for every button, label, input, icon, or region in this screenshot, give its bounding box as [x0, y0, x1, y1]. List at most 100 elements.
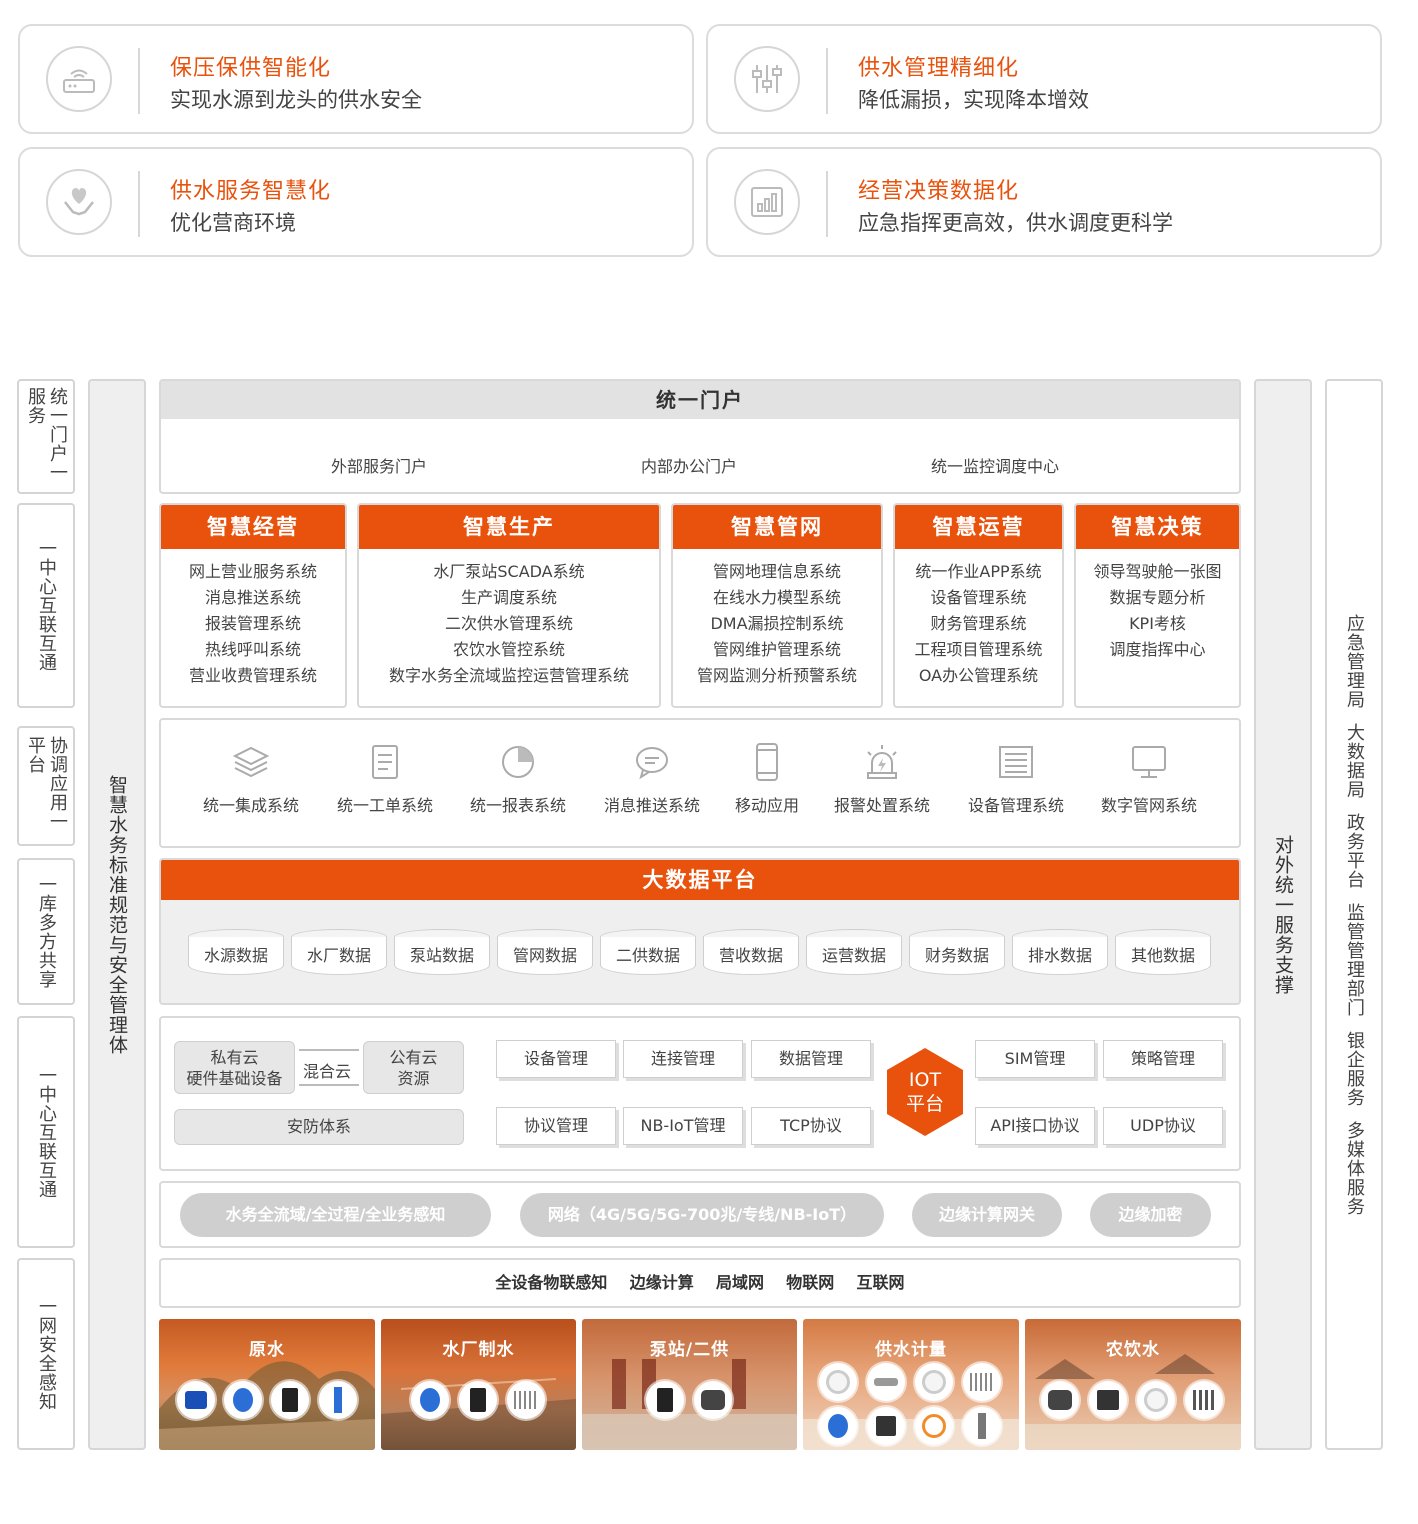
alarm-light-icon — [862, 742, 902, 782]
module-item: 在线水力模型系统 — [712, 588, 841, 607]
left-label-text: 一网安全感知 — [36, 1297, 57, 1411]
scene-label: 泵站/二供 — [649, 1340, 730, 1360]
module-item: OA办公管理系统 — [918, 666, 1039, 685]
data-cylinder: 排水数据 — [1012, 929, 1108, 975]
left-label-text: 一中心互联互通 — [36, 539, 57, 672]
data-cylinder: 水厂数据 — [291, 929, 387, 975]
network-pill: 网络（4G/5G/5G-700兆/专线/NB-IoT） — [520, 1193, 884, 1237]
iot-module: 连接管理 — [623, 1040, 743, 1078]
left-label-platform: 协调应用一平台 — [17, 726, 75, 846]
stakeholders-column: 应急管理局 大数据局 政务平台 监管管理部门 银企服务 多媒体服务 — [1325, 379, 1383, 1450]
iot-hub-label: IOT 平台 — [885, 1068, 965, 1116]
iot-module: 数据管理 — [751, 1040, 871, 1078]
sensor-icon — [963, 1407, 1001, 1445]
network-pill: 水务全流域/全过程/全业务感知 — [180, 1193, 491, 1237]
pump-icon — [177, 1381, 215, 1419]
module-item: 报装管理系统 — [204, 614, 301, 633]
data-cylinder-label: 排水数据 — [1012, 937, 1108, 975]
iot-module: 策略管理 — [1103, 1040, 1223, 1078]
feature-card-1: 保压保供智能化 实现水源到龙头的供水安全 — [18, 24, 694, 134]
data-cylinder: 运营数据 — [806, 929, 902, 975]
arrow-left-icon — [299, 1084, 359, 1086]
scene-water-plant: 水厂制水 — [381, 1319, 576, 1450]
module-item: 消息推送系统 — [204, 588, 301, 607]
module-item: DMA漏损控制系统 — [710, 614, 844, 633]
app-label: 数字管网系统 — [1100, 796, 1197, 815]
chat-bubble-icon — [632, 742, 672, 782]
app-item: 统一集成系统 — [191, 742, 311, 816]
public-cloud-box: 公有云 资源 — [363, 1041, 464, 1094]
stakeholder-label: 银企服务 — [1344, 1030, 1365, 1107]
scene-label: 供水计量 — [875, 1340, 947, 1360]
app-item: 报警处置系统 — [822, 742, 942, 816]
scene-pump-station: 泵站/二供 — [582, 1319, 797, 1450]
scene-label: 农饮水 — [1106, 1340, 1160, 1360]
module-item: 统一作业APP系统 — [915, 562, 1042, 581]
flow-meter-icon — [819, 1407, 857, 1445]
module-item: 财务管理系统 — [930, 614, 1027, 633]
left-label-center: 一中心互联互通 — [17, 503, 75, 708]
data-cylinder: 管网数据 — [497, 929, 593, 975]
app-label: 统一报表系统 — [469, 796, 566, 815]
data-cylinder: 泵站数据 — [394, 929, 490, 975]
feature-card-2: 供水管理精细化 降低漏损，实现降本增效 — [706, 24, 1382, 134]
standards-column: 智慧水务标准规范与安全管理体 — [88, 379, 146, 1450]
data-cylinder-label: 营收数据 — [703, 937, 799, 975]
public-cloud-subtitle: 资源 — [397, 1069, 430, 1088]
module-item: 管网维护管理系统 — [712, 640, 841, 659]
data-cylinder-label: 管网数据 — [497, 937, 593, 975]
data-cylinder-label: 泵站数据 — [394, 937, 490, 975]
card-subtitle: 降低漏损，实现降本增效 — [858, 88, 1089, 112]
water-meter-icon — [1137, 1381, 1175, 1419]
flow-meter-icon — [224, 1381, 262, 1419]
app-item: 数字管网系统 — [1089, 742, 1209, 816]
module-item: 领导驾驶舱一张图 — [1093, 562, 1222, 581]
iot-module: UDP协议 — [1103, 1107, 1223, 1145]
app-item: 消息推送系统 — [592, 742, 712, 816]
iot-module: NB-IoT管理 — [623, 1107, 743, 1145]
data-cylinder-label: 运营数据 — [806, 937, 902, 975]
module-item: 二次供水管理系统 — [444, 614, 573, 633]
monitor-icon — [1129, 742, 1169, 782]
water-meter-icon — [819, 1363, 857, 1401]
external-support-column: 对外统一服务支撑 — [1254, 379, 1312, 1450]
left-label-text: 一库多方共享 — [36, 874, 57, 989]
controller-icon — [867, 1407, 905, 1445]
bar-chart-icon — [734, 169, 800, 235]
card-subtitle: 实现水源到龙头的供水安全 — [170, 88, 422, 112]
private-cloud-subtitle: 硬件基础设备 — [186, 1069, 283, 1088]
stakeholder-label: 政务平台 — [1344, 812, 1365, 889]
network-pill: 边缘加密 — [1090, 1193, 1211, 1237]
feature-card-3: 供水服务智慧化 优化营商环境 — [18, 147, 694, 257]
valve-array-icon — [1185, 1381, 1223, 1419]
module-production: 智慧生产 水厂泵站SCADA系统 生产调度系统 二次供水管理系统 农饮水管控系统… — [357, 503, 661, 708]
module-item: 农饮水管控系统 — [452, 640, 565, 659]
controller-icon — [271, 1381, 309, 1419]
list-panel-icon — [996, 742, 1036, 782]
divider — [826, 171, 828, 237]
scene-raw-water: 原水 — [159, 1319, 375, 1450]
card-subtitle: 应急指挥更高效，供水调度更科学 — [858, 211, 1173, 235]
app-label: 统一集成系统 — [202, 796, 299, 815]
card-title: 供水管理精细化 — [858, 56, 1020, 81]
stakeholder-label: 应急管理局 — [1344, 613, 1365, 709]
data-cylinder: 水源数据 — [188, 929, 284, 975]
valve-array-icon — [963, 1363, 1001, 1401]
portal-title: 统一门户 — [161, 381, 1239, 419]
network-pill: 边缘计算网关 — [912, 1193, 1062, 1237]
app-item: 统一报表系统 — [458, 742, 578, 816]
water-meter-icon — [915, 1363, 953, 1401]
pump-icon — [1041, 1381, 1079, 1419]
flow-meter-icon — [411, 1381, 449, 1419]
stakeholder-label: 多媒体服务 — [1344, 1120, 1365, 1216]
module-item: 水厂泵站SCADA系统 — [433, 562, 585, 581]
sensing-panel: 全设备物联感知 边缘计算 局域网 物联网 互联网 — [159, 1258, 1241, 1308]
left-label-interconnect: 一中心互联互通 — [17, 1016, 75, 1248]
pipe-sensor-icon — [867, 1363, 905, 1401]
module-item: 管网监测分析预警系统 — [696, 666, 857, 685]
bigdata-title: 大数据平台 — [161, 860, 1239, 900]
app-label: 设备管理系统 — [967, 796, 1064, 815]
external-support-text: 对外统一服务支撑 — [1272, 834, 1294, 995]
data-cylinder: 其他数据 — [1115, 929, 1211, 975]
scene-metering: 供水计量 — [803, 1319, 1019, 1450]
